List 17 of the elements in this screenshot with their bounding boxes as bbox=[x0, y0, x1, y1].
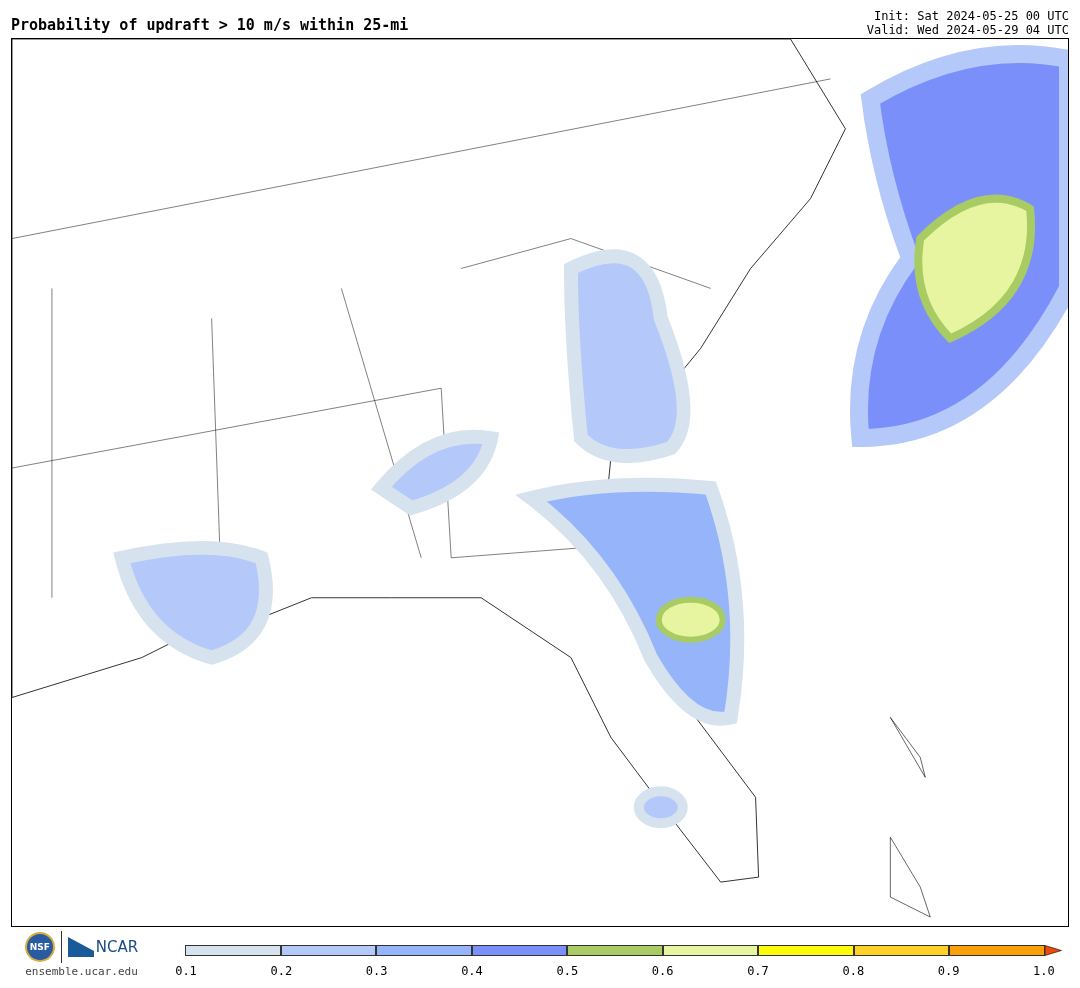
colorbar-tick-label: 1.0 bbox=[1032, 964, 1055, 978]
colorbar-tick-label: 0.7 bbox=[746, 964, 769, 978]
map-title: Probability of updraft > 10 m/s within 25-mi bbox=[11, 16, 409, 36]
colorbar-tick-label: 0.1 bbox=[175, 964, 197, 978]
colorbar-tick-label: 0.3 bbox=[365, 964, 388, 978]
site-url: ensemble.ucar.edu bbox=[25, 965, 138, 978]
nsf-logo: NSF bbox=[24, 932, 55, 962]
colorbar-tick-label: 0.5 bbox=[556, 964, 579, 978]
ncar-logo-icon bbox=[67, 937, 94, 957]
init-time: Init: Sat 2024-05-25 00 UTC bbox=[873, 9, 1069, 23]
colorbar-tick-label: 0.9 bbox=[937, 964, 960, 978]
colorbar-tick-label: 0.8 bbox=[842, 964, 865, 978]
ncar-logo-text: NCAR bbox=[95, 938, 139, 956]
colorbar-tick-label: 0.4 bbox=[461, 964, 483, 978]
colorbar-tick-label: 0.6 bbox=[651, 964, 674, 978]
colorbar-tick-label: 0.2 bbox=[270, 964, 293, 978]
valid-time: Valid: Wed 2024-05-29 04 UTC bbox=[866, 23, 1069, 37]
